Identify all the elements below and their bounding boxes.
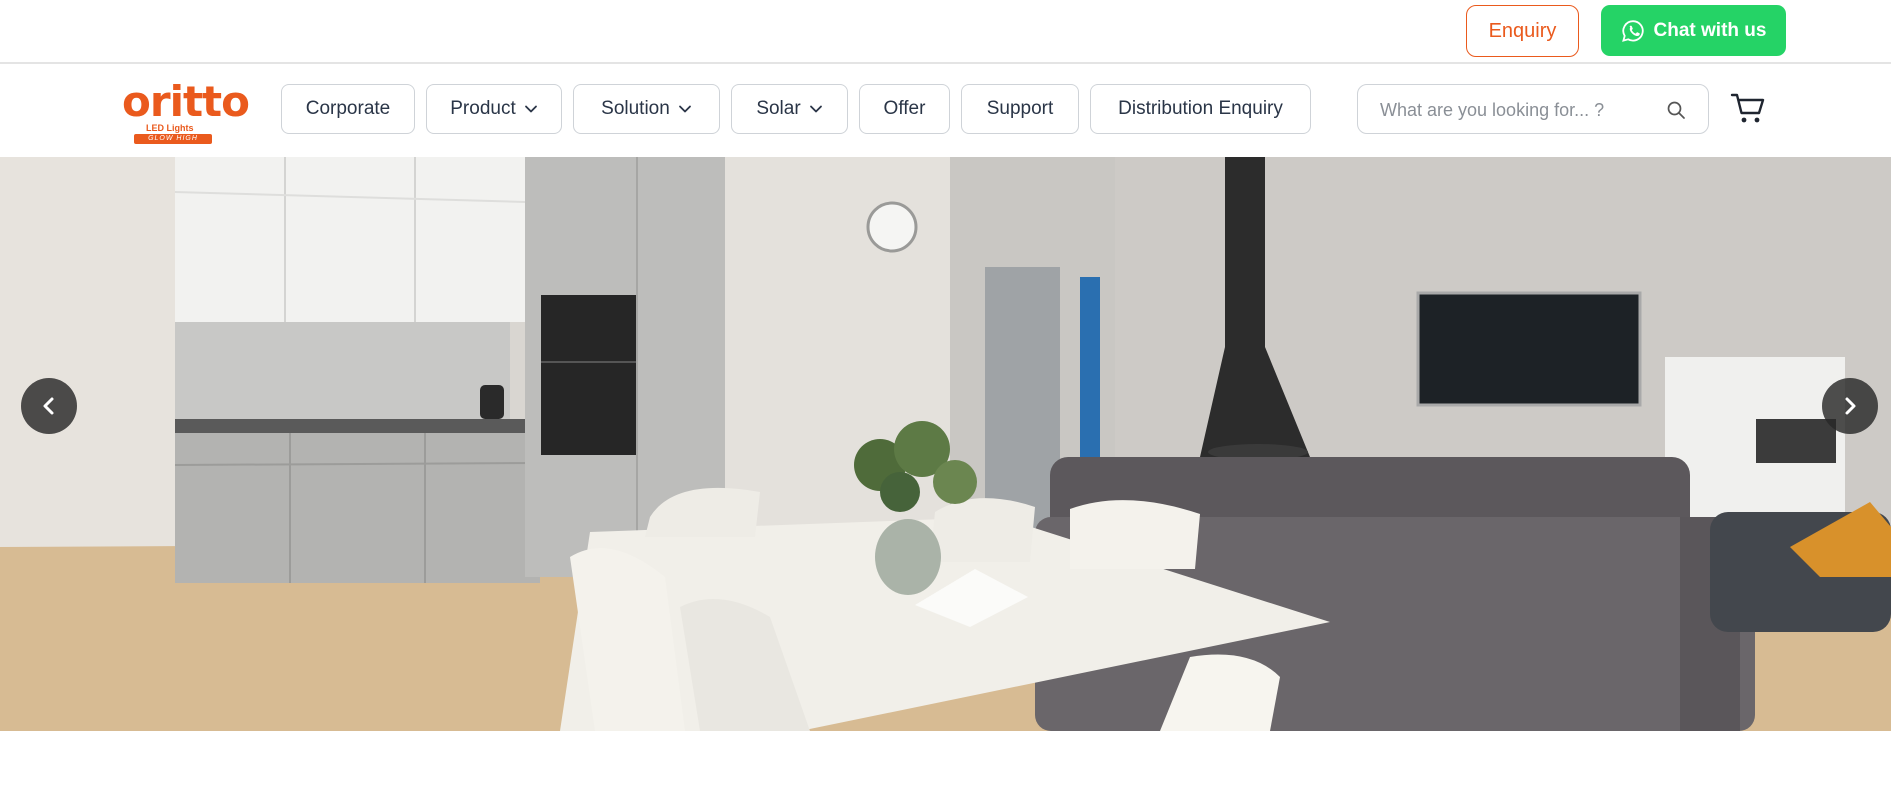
nav-item-label: Solar [756,98,801,119]
nav-item-label: Product [450,98,516,119]
chat-with-us-button[interactable]: Chat with us [1601,5,1786,56]
nav-item-label: Corporate [305,98,391,119]
hero-carousel [0,157,1891,731]
nav-item-distribution-enquiry[interactable]: Distribution Enquiry [1090,84,1311,134]
top-bar: Enquiry Chat with us [0,0,1891,64]
search-icon[interactable] [1666,100,1686,120]
carousel-next-button[interactable] [1822,378,1878,434]
whatsapp-icon [1621,19,1644,42]
search-box [1357,84,1709,134]
nav-item-corporate[interactable]: Corporate [281,84,415,134]
enquiry-button[interactable]: Enquiry [1466,5,1579,57]
search-input[interactable] [1380,97,1650,123]
chevron-down-icon [678,105,691,113]
brand-tagline: GLOW HIGH [134,134,212,144]
main-header: oritto LED Lights GLOW HIGH Corporate Pr… [0,66,1891,156]
hero-image [0,157,1891,731]
chevron-left-icon [43,397,54,415]
nav-item-solar[interactable]: Solar [731,84,848,134]
enquiry-button-label: Enquiry [1488,19,1557,42]
nav-item-offer[interactable]: Offer [859,84,950,134]
chevron-down-icon [809,105,822,113]
nav-item-product[interactable]: Product [426,84,562,134]
nav-item-label: Offer [883,98,926,119]
nav-item-label: Solution [601,98,670,119]
nav-item-solution[interactable]: Solution [573,84,720,134]
brand-logo[interactable]: oritto LED Lights GLOW HIGH [122,81,250,144]
nav-item-support[interactable]: Support [961,84,1079,134]
nav-item-label: Support [986,98,1054,119]
chat-button-label: Chat with us [1653,19,1767,41]
carousel-prev-button[interactable] [21,378,77,434]
brand-wordmark: oritto [122,77,250,126]
cart-icon[interactable] [1730,90,1766,126]
chevron-down-icon [524,105,537,113]
brand-subtitle: LED Lights [146,123,194,133]
chevron-right-icon [1845,397,1856,415]
nav-item-label: Distribution Enquiry [1118,98,1283,119]
